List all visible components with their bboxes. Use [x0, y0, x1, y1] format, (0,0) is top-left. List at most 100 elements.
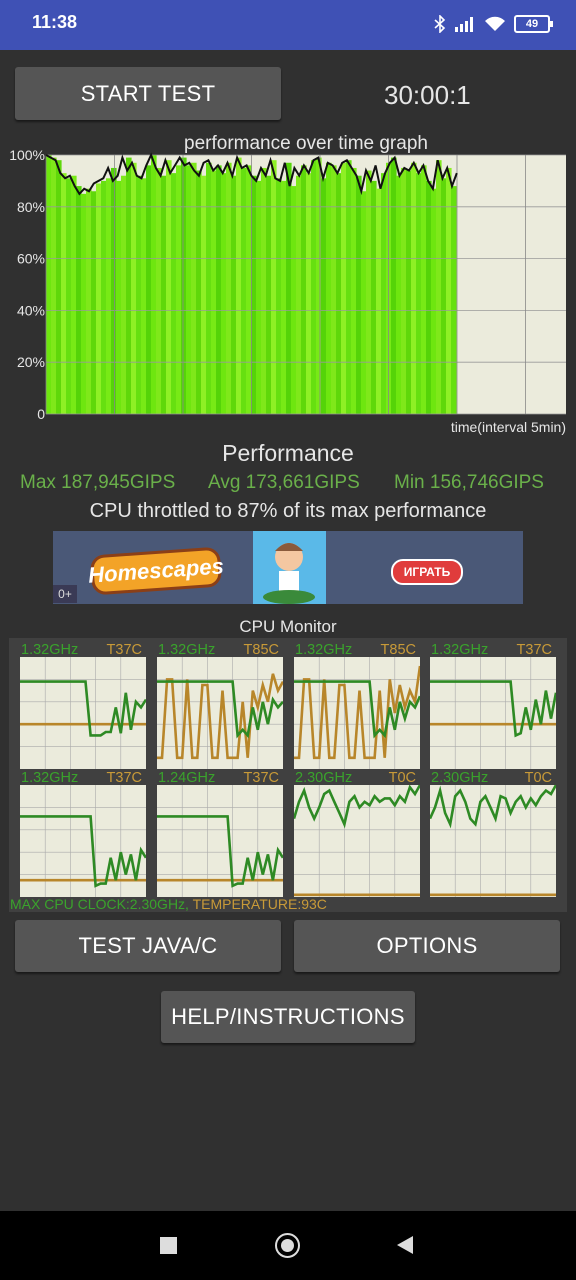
core-temperature: T85C: [380, 642, 416, 658]
signal-icon: [455, 17, 473, 32]
graph-fill-bar: [311, 160, 317, 414]
graph-fill-bar: [241, 167, 247, 414]
cpu-monitor-title: CPU Monitor: [239, 617, 337, 636]
graph-fill-bar: [146, 165, 152, 414]
y-tick-label: 80%: [17, 199, 45, 215]
graph-fill-bar: [61, 173, 67, 414]
throttle-text: CPU throttled to 87% of its max performa…: [89, 500, 487, 522]
ad-logo: Homescapes: [87, 546, 225, 596]
core-temperature: T37C: [106, 642, 142, 658]
core-graph: [157, 785, 283, 897]
battery-level: 49: [525, 18, 539, 30]
graph-fill-bar: [376, 188, 382, 414]
graph-fill-bar: [266, 175, 272, 414]
cpu-core-1: 1.32GHz T85C: [157, 642, 283, 770]
graph-fill-bar: [181, 157, 187, 414]
graph-fill-bar: [316, 157, 322, 414]
core-graph: [294, 657, 420, 769]
status-icons: 49: [434, 12, 553, 36]
performance-label: Performance: [222, 440, 354, 466]
graph-fill-bar: [236, 157, 242, 414]
options-button[interactable]: OPTIONS: [294, 920, 560, 972]
graph-fill-bar: [156, 167, 162, 414]
core-frequency: 1.32GHz: [21, 770, 79, 786]
graph-fill-bar: [76, 186, 82, 414]
graph-fill-bar: [166, 160, 172, 414]
graph-fill-bar: [231, 175, 237, 414]
back-icon[interactable]: [396, 1235, 414, 1255]
core-temperature: T85C: [243, 642, 279, 658]
bluetooth-icon: [434, 15, 446, 33]
graph-fill-bar: [216, 165, 222, 414]
graph-fill-bar: [371, 180, 377, 414]
graph-fill-bar: [336, 173, 342, 414]
cpu-monitor-panel: 1.32GHz T37C 1.32GHz T85C 1.32GHz T85C 1.32GHz…: [9, 638, 567, 912]
graph-fill-bar: [401, 167, 407, 414]
recents-icon[interactable]: [160, 1237, 177, 1254]
core-frequency: 2.30GHz: [431, 770, 489, 786]
core-frequency: 2.30GHz: [295, 770, 353, 786]
wifi-icon: [485, 16, 505, 31]
y-tick-label: 0: [37, 406, 45, 422]
cpu-core-7: 2.30GHz T0C: [430, 770, 556, 898]
ad-play-button[interactable]: ИГРАТЬ: [391, 559, 463, 585]
graph-fill-bar: [46, 155, 52, 414]
stat-max: Max 187,945GIPS: [20, 472, 176, 493]
graph-fill-bar: [66, 178, 72, 414]
performance-graph: 100% 80% 60% 40% 20% 0 time(interval 5min): [9, 148, 566, 435]
start-test-button[interactable]: START TEST: [15, 67, 281, 120]
graph-fill-bar: [221, 173, 227, 414]
status-bar: 11:38 49: [0, 0, 576, 50]
core-temperature: T37C: [106, 770, 142, 786]
graph-fill-bar: [271, 160, 277, 414]
graph-fill-bar: [416, 173, 422, 414]
graph-fill-bar: [446, 167, 452, 414]
graph-fill-bar: [176, 165, 182, 414]
graph-fill-bar: [296, 175, 302, 414]
graph-fill-bar: [436, 160, 442, 414]
graph-fill-bar: [361, 191, 367, 414]
graph-fill-bar: [206, 162, 212, 414]
graph-fill-bar: [396, 175, 402, 414]
graph-fill-bar: [286, 162, 292, 414]
graph-fill-bar: [276, 178, 282, 414]
graph-fill-bar: [256, 180, 262, 414]
ad-banner[interactable]: Homescapes ИГРАТЬ 0+: [53, 531, 523, 604]
graph-fill-bar: [391, 157, 397, 414]
y-tick-label: 60%: [17, 251, 45, 267]
graph-fill-bar: [426, 180, 432, 414]
graph-fill-bar: [116, 180, 122, 414]
graph-fill-bar: [111, 167, 117, 414]
graph-fill-bar: [96, 183, 102, 414]
test-timer: 30:00:1: [384, 80, 471, 110]
graph-fill-bar: [101, 180, 107, 414]
graph-fill-bar: [226, 162, 232, 414]
graph-fill-bar: [441, 178, 447, 414]
core-frequency: 1.24GHz: [158, 770, 216, 786]
home-icon[interactable]: [275, 1233, 300, 1258]
graph-fill-bar: [381, 173, 387, 414]
core-graph: [20, 657, 146, 769]
core-graph: [430, 785, 556, 897]
graph-fill-bar: [451, 186, 457, 414]
battery-icon: 49: [514, 15, 553, 33]
graph-fill-bar: [261, 167, 267, 414]
test-java-button[interactable]: TEST JAVA/C: [15, 920, 281, 972]
graph-fill-bar: [106, 178, 112, 414]
core-frequency: 1.32GHz: [158, 642, 216, 658]
graph-fill-bar: [56, 160, 62, 414]
graph-fill-bar: [301, 165, 307, 414]
graph-fill-bar: [161, 175, 167, 414]
help-button[interactable]: HELP/INSTRUCTIONS: [161, 991, 415, 1043]
cpu-core-2: 1.32GHz T85C: [294, 642, 420, 770]
graph-fill-bar: [431, 188, 437, 414]
graph-fill-bar: [411, 162, 417, 414]
core-frequency: 1.32GHz: [21, 642, 79, 658]
core-temperature: T37C: [516, 642, 552, 658]
graph-fill-bar: [131, 162, 137, 414]
core-frequency: 1.32GHz: [431, 642, 489, 658]
max-temperature: TEMPERATURE:93C: [192, 896, 327, 912]
core-temperature: T0C: [524, 770, 552, 786]
cpu-core-5: 1.24GHz T37C: [157, 770, 283, 898]
core-graph: [157, 657, 283, 769]
